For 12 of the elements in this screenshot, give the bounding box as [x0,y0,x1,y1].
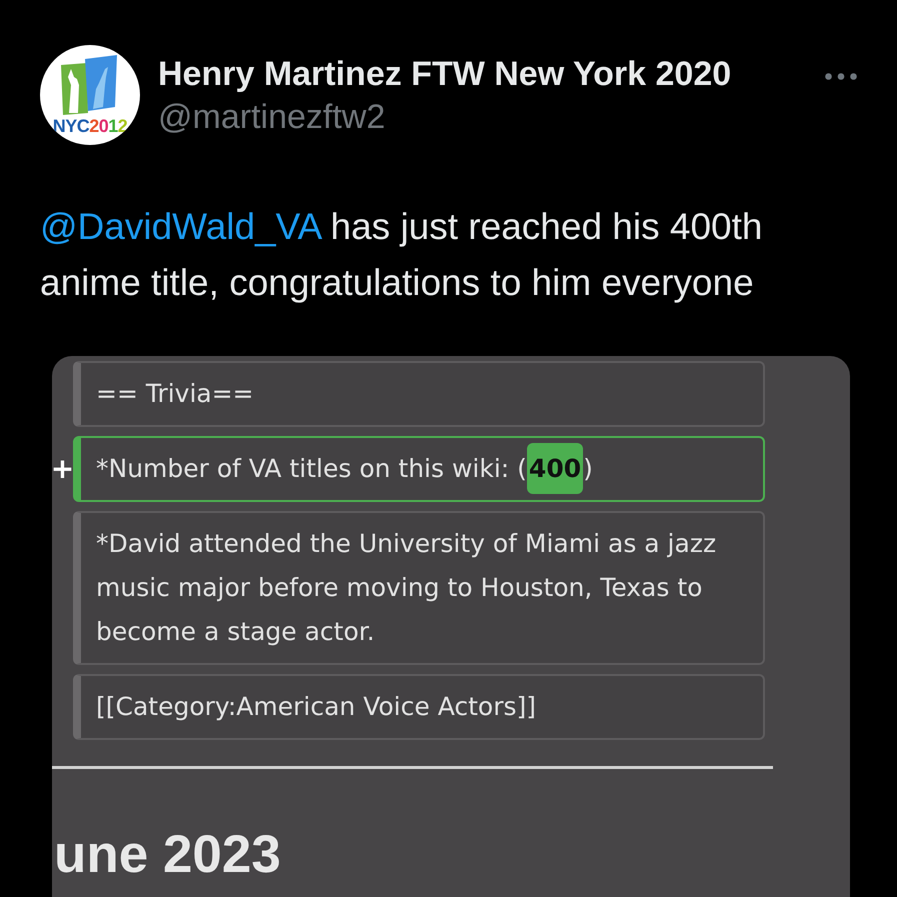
more-options-icon[interactable] [825,73,857,80]
added-line-marker: + [52,455,74,483]
statue-logo-icon [61,55,119,115]
tweet-text: @DavidWald_VA has just reached his 400th anime title, congratulations to him everyone [40,205,764,305]
mention-link[interactable]: @DavidWald_VA [40,206,320,247]
author-handle[interactable]: @martinezftw2 [158,99,386,135]
diff-line-text: *Number of VA titles on this wiki: (400) [96,443,593,494]
author-name[interactable]: Henry Martinez FTW New York 2020 [158,55,732,93]
diff-line-text: == Trivia== [96,379,254,408]
diff-line-text: [[Category:American Voice Actors]] [96,692,536,721]
diff-line-text: *David attended the University of Miami as a jazz music major before moving to Houston, Texas to become a stage actor. [96,529,716,646]
month-heading: une 2023 [54,825,282,885]
